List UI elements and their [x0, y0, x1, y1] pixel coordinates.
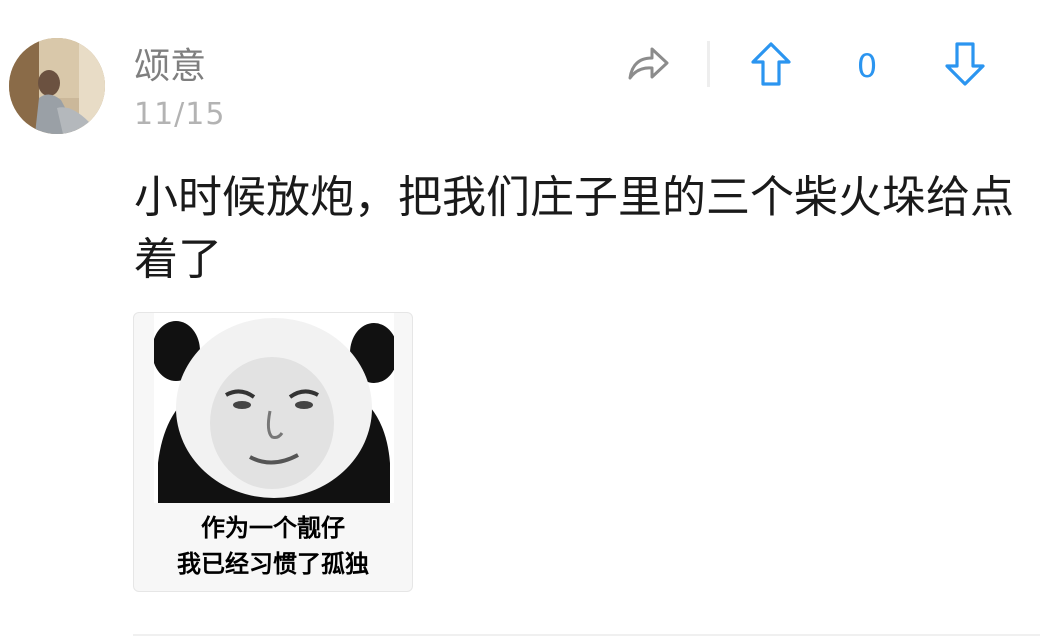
- meme-caption-line2: 我已经习惯了孤独: [177, 550, 369, 578]
- comment-text: 小时候放炮，把我们庄子里的三个柴火垛给点着了: [134, 172, 1014, 285]
- meme-image[interactable]: 作为一个靓仔 我已经习惯了孤独: [133, 312, 413, 592]
- comment-divider: [133, 634, 1040, 636]
- vote-count: 0: [856, 47, 878, 85]
- user-avatar[interactable]: [9, 38, 105, 134]
- share-button[interactable]: [624, 42, 672, 86]
- up-arrow-icon: [751, 42, 791, 86]
- comment-item: 颂意 11/15 0 小时候放炮，把我们庄子里的三个柴火垛给点着了 作为一个靓仔…: [0, 0, 1040, 644]
- action-divider: [707, 41, 710, 87]
- down-arrow-icon: [945, 42, 985, 86]
- share-arrow-icon: [628, 47, 669, 80]
- upvote-button[interactable]: [749, 40, 793, 88]
- username[interactable]: 颂意: [134, 46, 206, 88]
- panda-meme-icon: [154, 313, 394, 503]
- meme-caption-line1: 作为一个靓仔: [201, 514, 345, 542]
- downvote-button[interactable]: [943, 40, 987, 88]
- comment-date: 11/15: [134, 97, 226, 132]
- avatar-photo-icon: [9, 38, 105, 134]
